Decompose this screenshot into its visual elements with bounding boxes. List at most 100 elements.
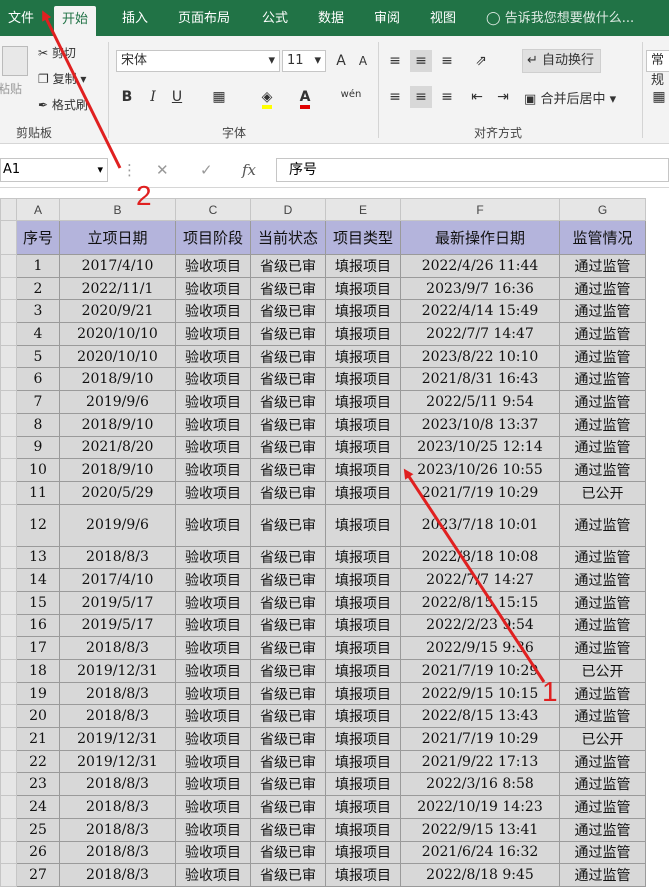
data-cell[interactable]: 填报项目 [325, 613, 401, 638]
data-cell[interactable]: 填报项目 [325, 322, 401, 346]
header-cell[interactable]: 立项日期 [59, 220, 176, 255]
data-cell[interactable]: 通过监管 [559, 590, 646, 615]
header-cell[interactable]: 最新操作日期 [400, 220, 560, 255]
data-cell[interactable]: 23 [16, 772, 60, 797]
row-header[interactable] [0, 254, 17, 278]
paste-button[interactable]: 粘贴 [0, 42, 30, 102]
data-cell[interactable]: 2018/8/3 [59, 545, 176, 570]
data-cell[interactable]: 2021/8/31 16:43 [400, 367, 560, 392]
data-cell[interactable]: 省级已审 [250, 367, 326, 392]
data-cell[interactable]: 通过监管 [559, 503, 646, 547]
data-cell[interactable]: 2023/10/26 10:55 [400, 458, 560, 482]
data-cell[interactable]: 填报项目 [325, 840, 401, 865]
data-cell[interactable]: 填报项目 [325, 276, 401, 301]
data-cell[interactable]: 24 [16, 795, 60, 819]
data-cell[interactable]: 通过监管 [559, 749, 646, 774]
data-cell[interactable]: 2021/9/22 17:13 [400, 749, 560, 774]
data-cell[interactable]: 2021/6/24 16:32 [400, 840, 560, 865]
data-cell[interactable]: 15 [16, 590, 60, 615]
top-align-button[interactable]: ≡ [384, 50, 406, 72]
data-cell[interactable]: 2020/10/10 [59, 322, 176, 346]
font-size-select[interactable]: 11 ▾ [282, 50, 326, 72]
row-header[interactable] [0, 636, 17, 660]
data-cell[interactable]: 2022/4/26 11:44 [400, 254, 560, 278]
data-cell[interactable]: 省级已审 [250, 503, 326, 547]
row-header[interactable] [0, 568, 17, 592]
data-cell[interactable]: 2022/9/15 10:15 [400, 681, 560, 706]
data-cell[interactable]: 通过监管 [559, 704, 646, 729]
row-header[interactable] [0, 590, 17, 615]
row-header[interactable] [0, 863, 17, 887]
data-cell[interactable]: 通过监管 [559, 435, 646, 460]
data-cell[interactable]: 2022/8/15 13:43 [400, 704, 560, 729]
data-cell[interactable]: 省级已审 [250, 276, 326, 301]
data-cell[interactable]: 验收项目 [175, 636, 251, 660]
tab-view[interactable]: 视图 [422, 0, 464, 36]
header-cell[interactable]: 当前状态 [250, 220, 326, 255]
data-cell[interactable]: 省级已审 [250, 254, 326, 278]
data-cell[interactable]: 3 [16, 299, 60, 324]
data-cell[interactable]: 验收项目 [175, 344, 251, 369]
data-cell[interactable]: 省级已审 [250, 545, 326, 570]
data-cell[interactable]: 5 [16, 344, 60, 369]
data-cell[interactable]: 2022/4/14 15:49 [400, 299, 560, 324]
data-cell[interactable]: 验收项目 [175, 659, 251, 683]
data-cell[interactable]: 通过监管 [559, 681, 646, 706]
decrease-indent-button[interactable]: ⇤ [466, 86, 488, 108]
tell-me-search[interactable]: ◯ 告诉我您想要做什么... [486, 0, 634, 36]
phonetic-button[interactable]: wén [340, 84, 362, 106]
row-header[interactable] [0, 344, 17, 369]
data-cell[interactable]: 2023/10/8 13:37 [400, 412, 560, 437]
row-header[interactable] [0, 322, 17, 346]
data-cell[interactable]: 验收项目 [175, 254, 251, 278]
column-header[interactable]: E [325, 198, 401, 221]
tab-insert[interactable]: 插入 [114, 0, 156, 36]
data-cell[interactable]: 2018/8/3 [59, 681, 176, 706]
data-cell[interactable]: 省级已审 [250, 795, 326, 819]
merge-center-button[interactable]: ▣ 合并后居中 ▾ [524, 88, 616, 107]
orientation-button[interactable]: ⇗ [470, 50, 492, 72]
data-cell[interactable]: 22 [16, 749, 60, 774]
data-cell[interactable]: 验收项目 [175, 863, 251, 887]
font-color-button[interactable]: A [294, 86, 316, 109]
data-cell[interactable]: 填报项目 [325, 545, 401, 570]
increase-indent-button[interactable]: ⇥ [492, 86, 514, 108]
data-cell[interactable]: 填报项目 [325, 772, 401, 797]
data-cell[interactable]: 18 [16, 659, 60, 683]
data-cell[interactable]: 2018/8/3 [59, 817, 176, 842]
data-cell[interactable]: 21 [16, 727, 60, 751]
row-header[interactable] [0, 613, 17, 638]
data-cell[interactable]: 验收项目 [175, 367, 251, 392]
data-cell[interactable]: 2019/5/17 [59, 590, 176, 615]
data-cell[interactable]: 2019/12/31 [59, 727, 176, 751]
data-cell[interactable]: 省级已审 [250, 749, 326, 774]
data-cell[interactable]: 2018/9/10 [59, 412, 176, 437]
data-cell[interactable]: 2022/5/11 9:54 [400, 390, 560, 414]
row-header[interactable] [0, 435, 17, 460]
row-header[interactable] [0, 727, 17, 751]
data-cell[interactable]: 8 [16, 412, 60, 437]
data-cell[interactable]: 省级已审 [250, 590, 326, 615]
data-cell[interactable]: 2021/7/19 10:29 [400, 480, 560, 505]
data-cell[interactable]: 填报项目 [325, 704, 401, 729]
align-center-button[interactable]: ≡ [410, 86, 432, 108]
data-cell[interactable]: 验收项目 [175, 568, 251, 592]
data-cell[interactable]: 2018/8/3 [59, 840, 176, 865]
data-cell[interactable]: 2019/12/31 [59, 749, 176, 774]
data-cell[interactable]: 验收项目 [175, 458, 251, 482]
data-cell[interactable]: 省级已审 [250, 681, 326, 706]
data-cell[interactable]: 通过监管 [559, 367, 646, 392]
data-cell[interactable]: 填报项目 [325, 795, 401, 819]
data-cell[interactable]: 验收项目 [175, 749, 251, 774]
tab-home[interactable]: 开始 [54, 6, 97, 36]
data-cell[interactable]: 通过监管 [559, 390, 646, 414]
data-cell[interactable]: 通过监管 [559, 545, 646, 570]
data-cell[interactable]: 2023/8/22 10:10 [400, 344, 560, 369]
data-cell[interactable]: 1 [16, 254, 60, 278]
align-right-button[interactable]: ≡ [436, 86, 458, 108]
wrap-text-button[interactable]: ↵ 自动换行 [522, 49, 602, 73]
data-cell[interactable]: 2017/4/10 [59, 254, 176, 278]
data-cell[interactable]: 填报项目 [325, 458, 401, 482]
data-cell[interactable]: 2019/12/31 [59, 659, 176, 683]
name-box[interactable]: A1 ▾ [0, 158, 108, 182]
